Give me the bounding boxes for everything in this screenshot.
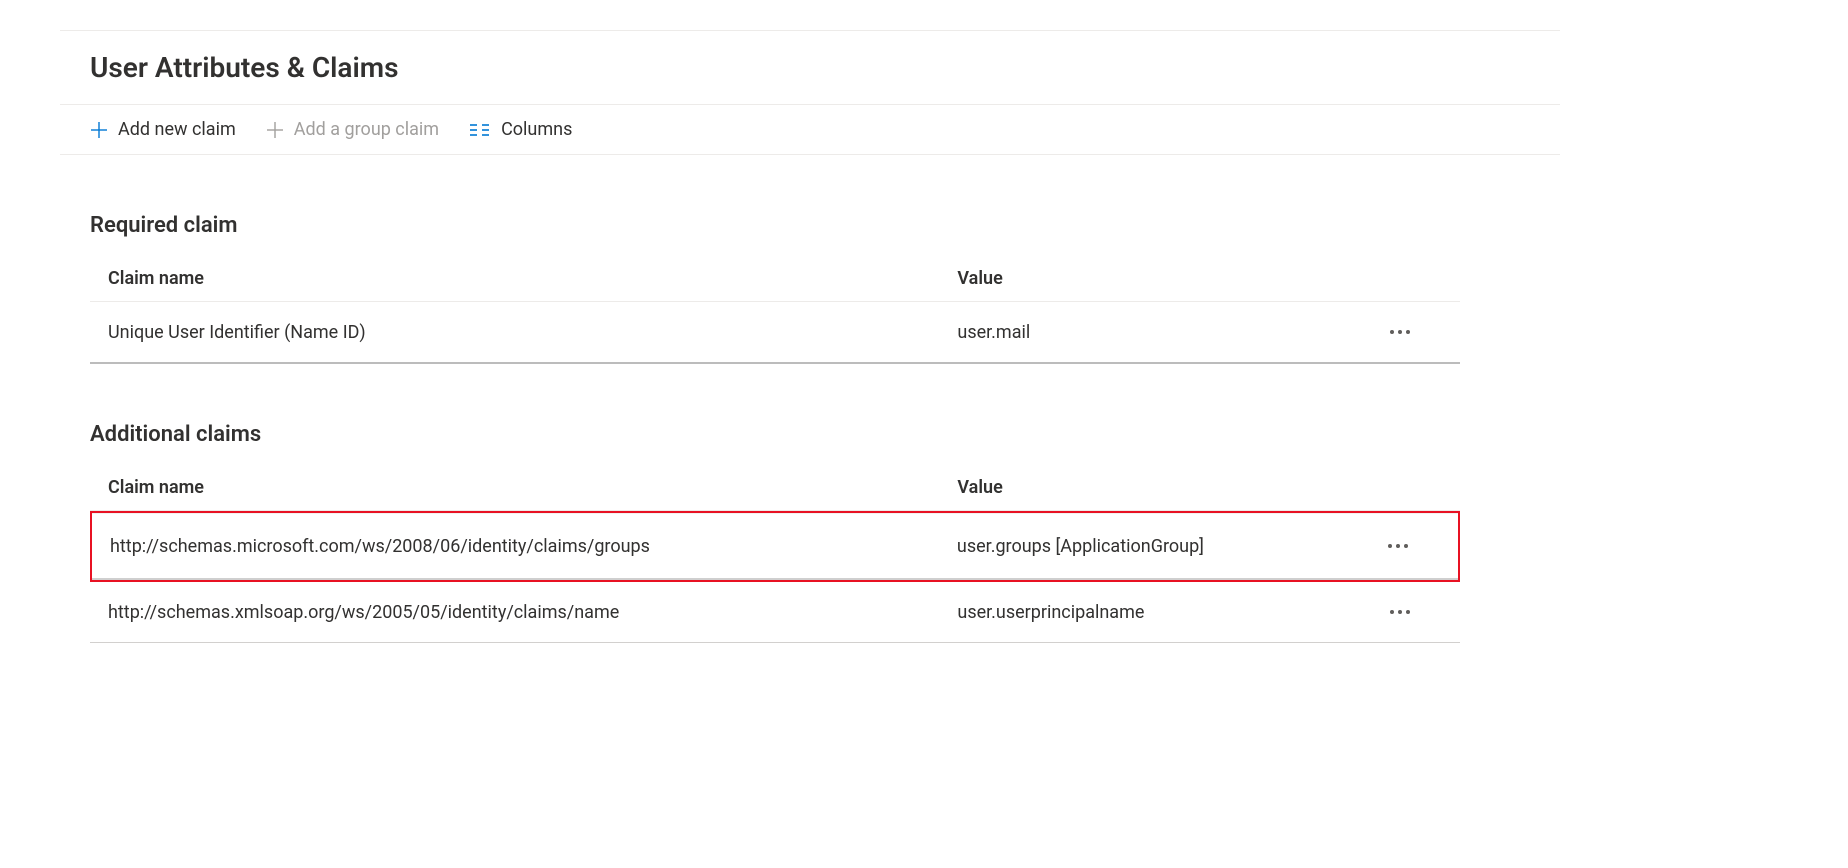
additional-claims-table-header: Claim name Value: [90, 465, 1460, 511]
add-group-claim-button: Add a group claim: [266, 119, 439, 140]
column-header-name: Claim name: [90, 256, 939, 302]
column-header-value: Value: [939, 465, 1350, 511]
required-claim-section: Required claim Claim name Value Unique U…: [90, 213, 1460, 364]
additional-claims-heading: Additional claims: [90, 422, 1460, 447]
table-header-row: Claim name Value: [90, 465, 1460, 511]
add-new-claim-label: Add new claim: [118, 119, 236, 140]
table-header-row: Claim name Value: [90, 256, 1460, 302]
claim-value-cell: user.groups [ApplicationGroup]: [939, 514, 1349, 580]
claim-name-cell: http://schemas.xmlsoap.org/ws/2005/05/id…: [90, 582, 939, 643]
column-header-value: Value: [939, 256, 1350, 302]
columns-label: Columns: [501, 119, 572, 140]
plus-icon: [266, 121, 284, 139]
column-header-actions: [1350, 256, 1460, 302]
more-icon: [1389, 609, 1411, 615]
toolbar: Add new claim Add a group claim: [60, 105, 1560, 154]
required-claim-heading: Required claim: [90, 213, 1460, 238]
page-title: User Attributes & Claims: [90, 51, 1848, 84]
claim-value-cell: user.userprincipalname: [939, 582, 1350, 643]
column-header-actions: [1350, 465, 1460, 511]
highlighted-row-box: http://schemas.microsoft.com/ws/2008/06/…: [90, 511, 1460, 582]
table-row[interactable]: Unique User Identifier (Name ID) user.ma…: [90, 302, 1460, 364]
more-actions-button[interactable]: [1380, 318, 1420, 346]
page-root: User Attributes & Claims Add new claim A…: [0, 30, 1848, 643]
title-block: User Attributes & Claims: [0, 31, 1848, 104]
additional-claims-row-highlighted: http://schemas.microsoft.com/ws/2008/06/…: [92, 513, 1458, 580]
additional-claims-table-rest: http://schemas.xmlsoap.org/ws/2005/05/id…: [90, 582, 1460, 643]
claim-name-cell: Unique User Identifier (Name ID): [90, 302, 939, 364]
add-new-claim-button[interactable]: Add new claim: [90, 119, 236, 140]
add-group-claim-label: Add a group claim: [294, 119, 439, 140]
required-claim-table: Claim name Value Unique User Identifier …: [90, 256, 1460, 364]
additional-claims-section: Additional claims Claim name Value http:…: [90, 422, 1460, 643]
toolbar-wrap: Add new claim Add a group claim: [60, 104, 1560, 155]
plus-icon: [90, 121, 108, 139]
claim-value-cell: user.mail: [939, 302, 1350, 364]
claim-name-cell: http://schemas.microsoft.com/ws/2008/06/…: [92, 514, 939, 580]
more-actions-button[interactable]: [1380, 598, 1420, 626]
column-header-name: Claim name: [90, 465, 939, 511]
more-icon: [1389, 329, 1411, 335]
columns-icon: [469, 122, 491, 138]
table-row[interactable]: http://schemas.xmlsoap.org/ws/2005/05/id…: [90, 582, 1460, 643]
columns-button[interactable]: Columns: [469, 119, 572, 140]
more-icon: [1387, 543, 1409, 549]
more-actions-button[interactable]: [1378, 532, 1418, 560]
table-row[interactable]: http://schemas.microsoft.com/ws/2008/06/…: [92, 514, 1458, 580]
